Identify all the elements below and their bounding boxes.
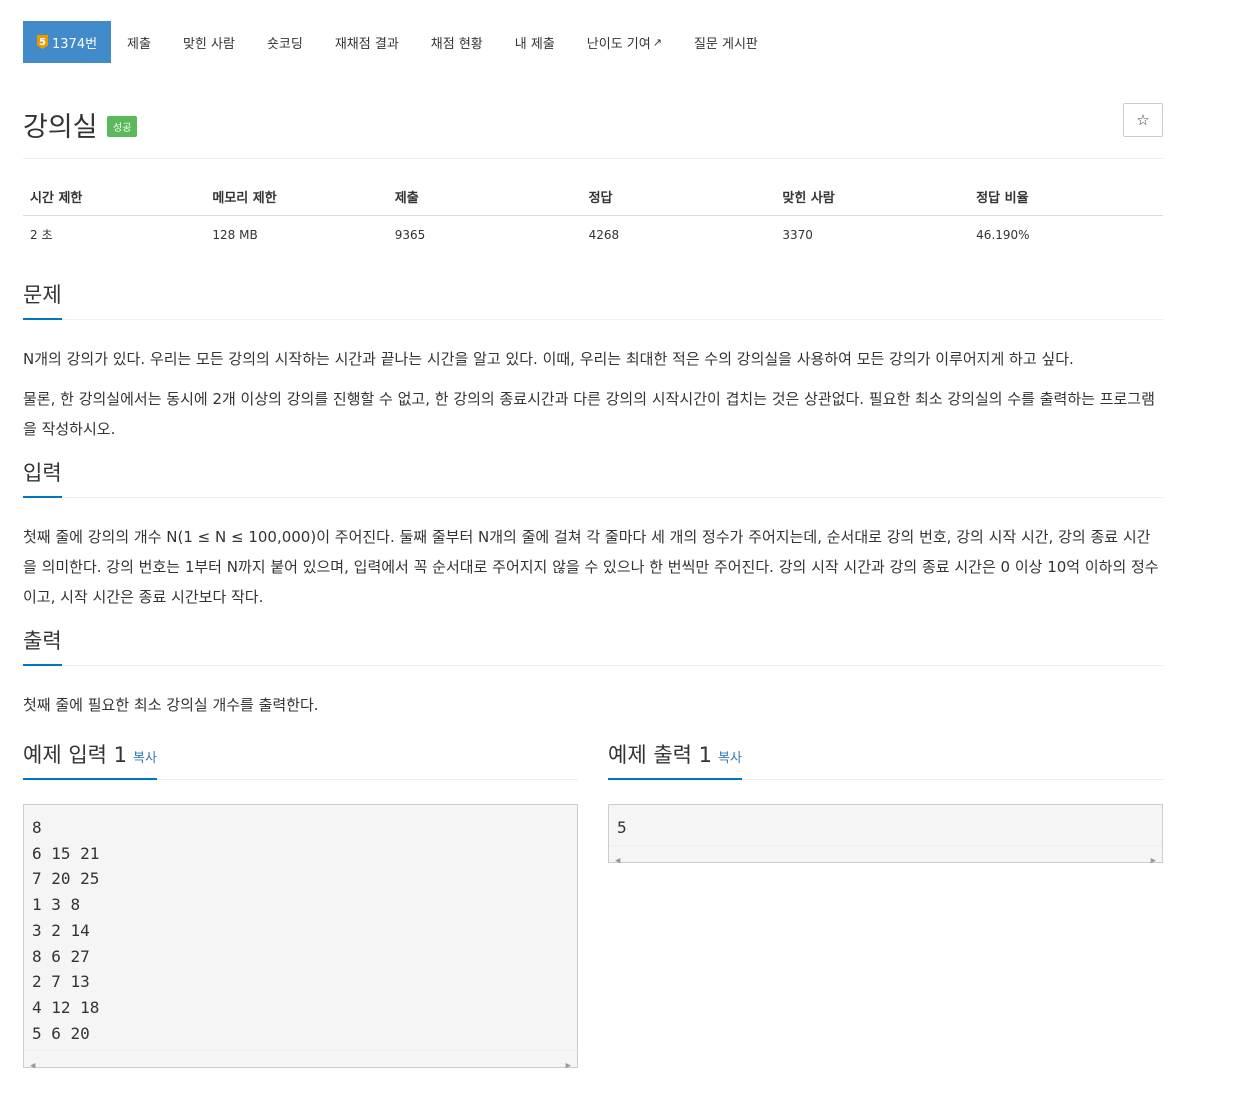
tab-short-coding[interactable]: 숏코딩 xyxy=(251,21,319,63)
tab-submit[interactable]: 제출 xyxy=(111,21,167,63)
sample-input-title: 예제 입력 1 xyxy=(23,743,127,767)
header-submissions: 제출 xyxy=(387,177,582,216)
header-solvers: 맞힌 사람 xyxy=(775,177,970,216)
description-text: N개의 강의가 있다. 우리는 모든 강의의 시작하는 시간과 끝나는 시간을 … xyxy=(23,350,1074,368)
input-text: 첫째 줄에 강의의 개수 N(1 ≤ N ≤ 100,000)이 주어진다. 둘… xyxy=(23,528,1159,606)
tab-board[interactable]: 질문 게시판 xyxy=(678,21,774,63)
sample-output-content: 5 xyxy=(617,818,627,837)
samples: 예제 입력 1 복사 8 6 15 21 7 20 25 1 3 8 3 2 14… xyxy=(23,738,1163,1071)
tab-label: 난이도 기여 xyxy=(586,36,651,52)
description-text: 물론, 한 강의실에서는 동시에 2개 이상의 강의를 진행할 수 없고, 한 … xyxy=(23,390,1155,438)
table-row: 2 초 128 MB 9365 4268 3370 46.190% xyxy=(23,216,1163,253)
scroll-right-icon[interactable]: ▶ xyxy=(1151,849,1156,875)
memory-limit: 128 MB xyxy=(212,227,258,242)
tab-label: 제출 xyxy=(127,36,151,52)
time-limit: 2 초 xyxy=(30,228,53,242)
problem-header: 강의실 성공 ☆ xyxy=(23,103,1163,159)
tab-label: 맞힌 사람 xyxy=(182,36,235,52)
header-accepted: 정답 xyxy=(581,177,776,216)
tab-my-submissions[interactable]: 내 제출 xyxy=(499,21,571,63)
scroll-right-icon[interactable]: ▶ xyxy=(566,1054,571,1080)
section-title: 입력 xyxy=(23,457,62,498)
problem-tabs: 5 1374번 제출 맞힌 사람 숏코딩 재채점 결과 채점 현황 내 제출 난… xyxy=(23,21,1163,63)
tab-label: 내 제출 xyxy=(514,36,555,52)
sample-output: 예제 출력 1 복사 5 ◀ ▶ xyxy=(608,738,1163,1068)
star-icon: ☆ xyxy=(1136,111,1150,129)
status-badge: 성공 xyxy=(107,116,138,137)
output-text: 첫째 줄에 필요한 최소 강의실 개수를 출력한다. xyxy=(23,696,319,714)
copy-button[interactable]: 복사 xyxy=(718,751,742,766)
problem-title: 강의실 xyxy=(23,112,98,143)
scroll-left-icon[interactable]: ◀ xyxy=(615,849,620,875)
tab-label: 질문 게시판 xyxy=(693,36,758,52)
copy-button[interactable]: 복사 xyxy=(133,751,157,766)
tab-label: 숏코딩 xyxy=(266,36,303,52)
output-section: 출력 첫째 줄에 필요한 최소 강의실 개수를 출력한다. xyxy=(23,624,1163,720)
tab-problem[interactable]: 5 1374번 xyxy=(23,21,112,63)
favorite-button[interactable]: ☆ xyxy=(1123,103,1163,137)
section-title: 문제 xyxy=(23,279,62,320)
input-section: 입력 첫째 줄에 강의의 개수 N(1 ≤ N ≤ 100,000)이 주어진다… xyxy=(23,456,1163,612)
sample-output-box: 5 ◀ ▶ xyxy=(608,804,1163,866)
header-time-limit: 시간 제한 xyxy=(23,177,206,216)
accepted-count: 4268 xyxy=(588,227,620,242)
external-link-icon: ↗ xyxy=(652,35,662,49)
tab-status[interactable]: 채점 현황 xyxy=(415,21,499,63)
solver-count: 3370 xyxy=(782,227,813,242)
description-section: 문제 N개의 강의가 있다. 우리는 모든 강의의 시작하는 시간과 끝나는 시… xyxy=(23,278,1163,444)
tab-difficulty[interactable]: 난이도 기여 ↗ xyxy=(571,21,678,63)
header-memory-limit: 메모리 제한 xyxy=(205,177,388,216)
problem-info-table: 시간 제한 메모리 제한 제출 정답 맞힌 사람 정답 비율 2 초 128 M… xyxy=(23,177,1163,252)
sample-input: 예제 입력 1 복사 8 6 15 21 7 20 25 1 3 8 3 2 14… xyxy=(23,738,578,1071)
tab-rejudge[interactable]: 재채점 결과 xyxy=(319,21,415,63)
section-title: 예제 입력 1 복사 xyxy=(23,739,157,780)
accept-ratio: 46.190% xyxy=(976,227,1030,242)
tab-label: 재채점 결과 xyxy=(334,36,399,52)
problem-page: 5 1374번 제출 맞힌 사람 숏코딩 재채점 결과 채점 현황 내 제출 난… xyxy=(23,21,1163,1071)
section-title: 출력 xyxy=(23,625,62,666)
horizontal-scrollbar[interactable]: ◀ ▶ xyxy=(24,1050,577,1071)
sample-input-content: 8 6 15 21 7 20 25 1 3 8 3 2 14 8 6 27 2 … xyxy=(32,818,100,1043)
header-ratio: 정답 비율 xyxy=(969,177,1163,216)
section-title: 예제 출력 1 복사 xyxy=(608,739,742,780)
tab-label: 채점 현황 xyxy=(430,36,483,52)
submission-count: 9365 xyxy=(394,227,426,242)
tier-badge-icon: 5 xyxy=(37,35,48,49)
scroll-left-icon[interactable]: ◀ xyxy=(30,1054,35,1080)
horizontal-scrollbar[interactable]: ◀ ▶ xyxy=(609,844,1162,866)
tab-label: 1374번 xyxy=(52,36,98,52)
sample-input-box: 8 6 15 21 7 20 25 1 3 8 3 2 14 8 6 27 2 … xyxy=(23,804,578,1071)
tab-solvers[interactable]: 맞힌 사람 xyxy=(167,21,251,63)
sample-output-title: 예제 출력 1 xyxy=(608,743,712,767)
